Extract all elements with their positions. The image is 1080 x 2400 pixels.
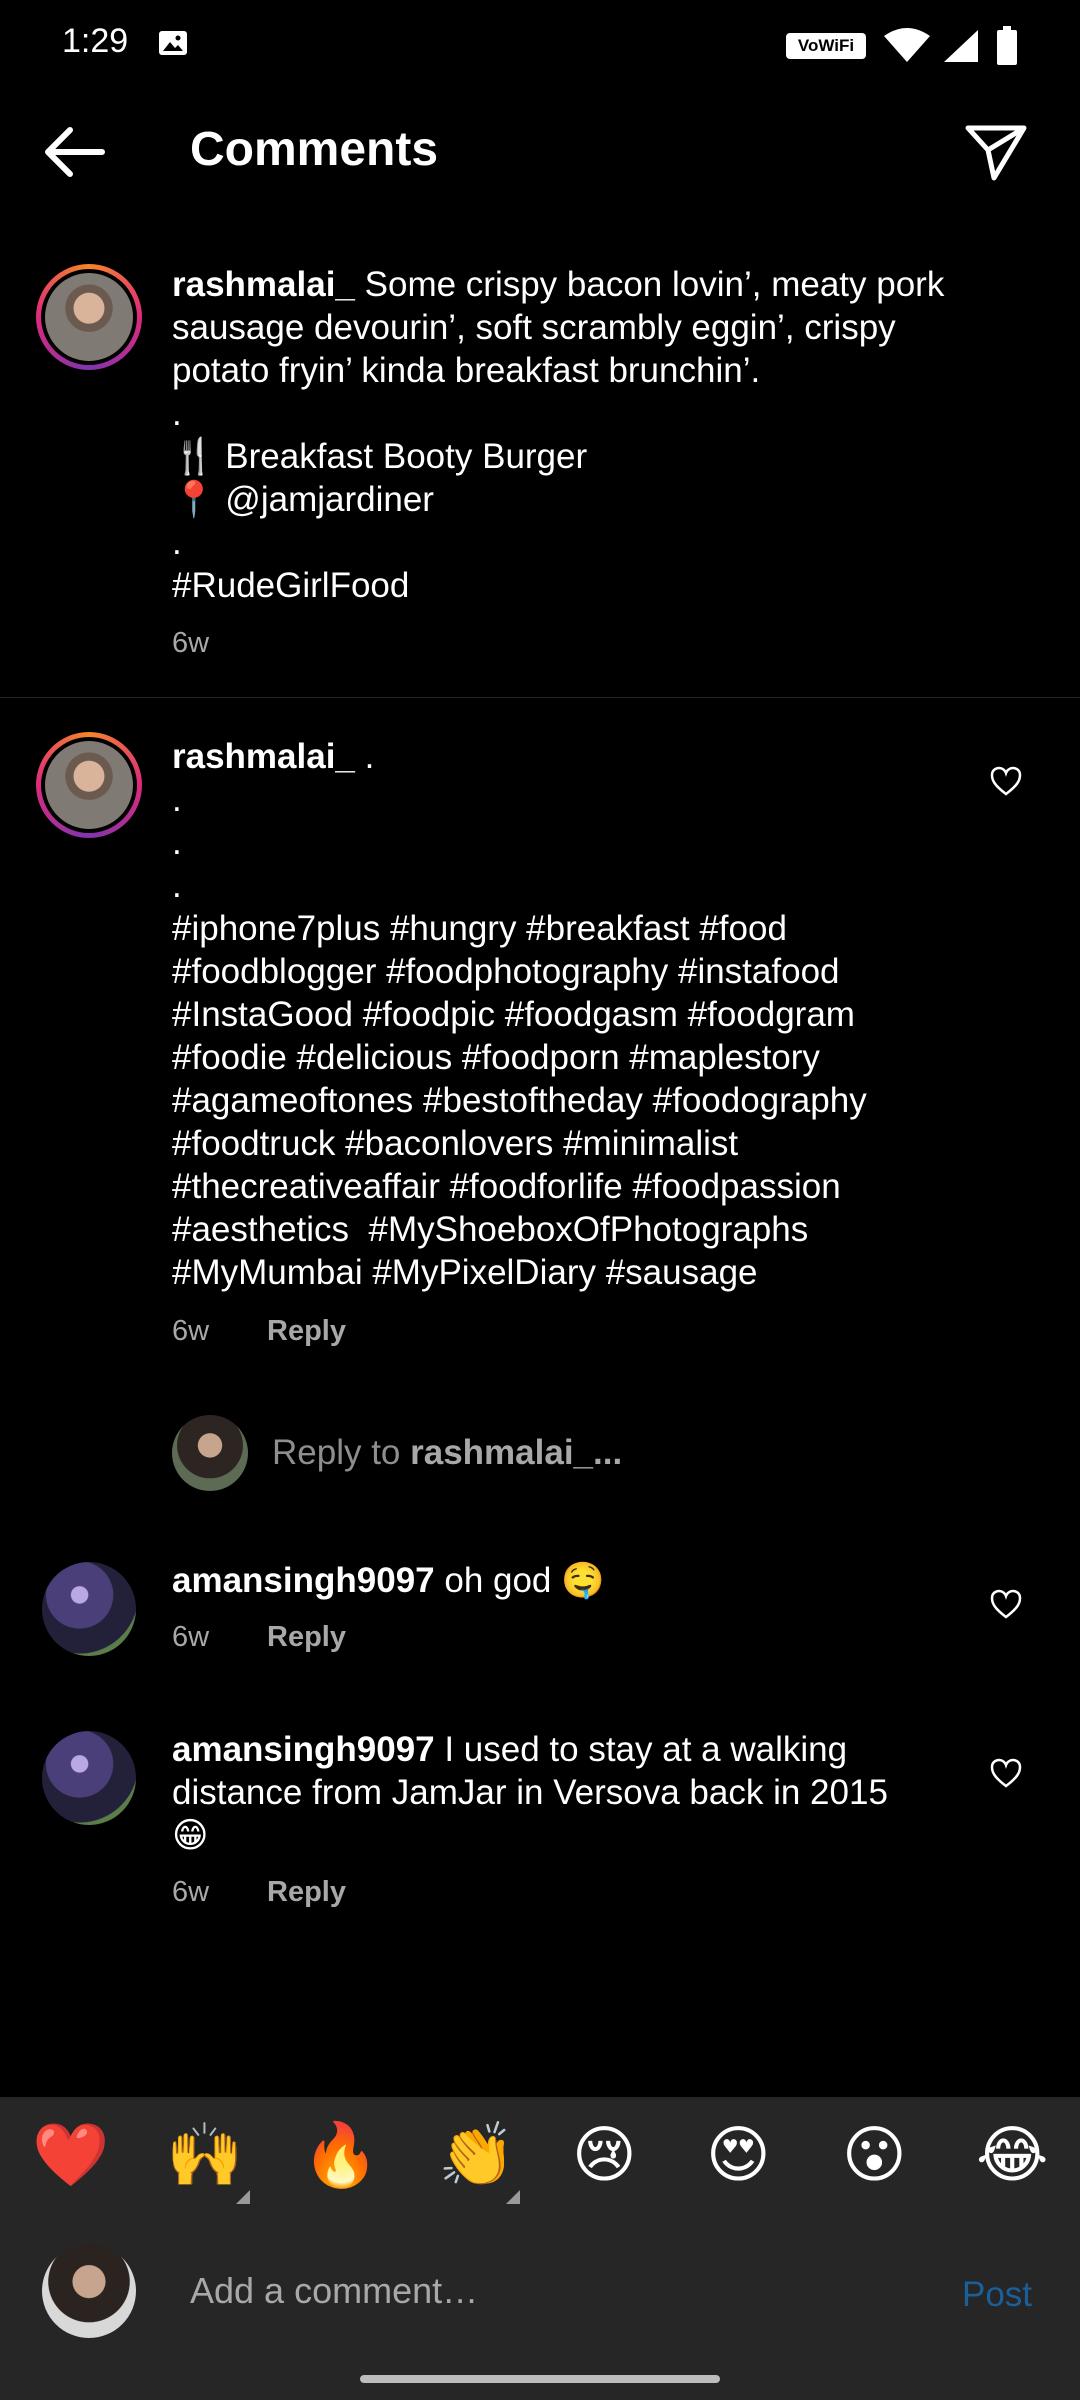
- cell-signal-icon: [944, 30, 978, 62]
- comment-avatar[interactable]: [42, 1562, 136, 1656]
- caption-username[interactable]: rashmalai_: [172, 265, 355, 304]
- skin-tone-indicator-icon: [506, 2190, 520, 2204]
- comment-text: amansingh9097 oh god 🤤: [172, 1559, 972, 1602]
- reply-button[interactable]: Reply: [267, 1876, 346, 1909]
- comment-avatar[interactable]: [36, 732, 142, 838]
- caption-body: Some crispy bacon lovin’, meaty pork sau…: [172, 265, 945, 605]
- my-avatar-small: [172, 1415, 248, 1491]
- emoji-heart[interactable]: ❤️: [32, 2120, 109, 2190]
- caption-avatar[interactable]: [36, 264, 142, 370]
- battery-icon: [997, 26, 1017, 65]
- like-heart-icon[interactable]: [990, 766, 1022, 796]
- emoji-laughing[interactable]: 😂: [976, 2120, 1048, 2190]
- comment-text: amansingh9097 I used to stay at a walkin…: [172, 1728, 1012, 1857]
- wifi-icon: [884, 28, 930, 62]
- emoji-heart-eyes[interactable]: 😍: [706, 2120, 771, 2190]
- like-heart-icon[interactable]: [990, 1758, 1022, 1788]
- reply-button[interactable]: Reply: [267, 1621, 346, 1654]
- page-title: Comments: [190, 123, 439, 176]
- reply-button[interactable]: Reply: [267, 1315, 346, 1348]
- emoji-raised-hands[interactable]: 🙌: [166, 2120, 243, 2190]
- emoji-surprised[interactable]: 😮: [842, 2120, 907, 2190]
- comment-username[interactable]: amansingh9097: [172, 1730, 435, 1769]
- comment-composer: [0, 2215, 1080, 2400]
- emoji-clapping[interactable]: 👏: [438, 2120, 515, 2190]
- my-avatar: [42, 2244, 136, 2338]
- comment-username[interactable]: rashmalai_: [172, 737, 355, 776]
- back-arrow-icon[interactable]: [40, 122, 110, 182]
- like-heart-icon[interactable]: [990, 1589, 1022, 1619]
- comment-body: oh god 🤤: [434, 1561, 605, 1600]
- comment-time: 6w: [172, 1876, 210, 1908]
- skin-tone-indicator-icon: [236, 2190, 250, 2204]
- caption-time: 6w: [172, 627, 210, 659]
- comment-text: rashmalai_ . . . . #iphone7plus #hungry …: [172, 735, 972, 1294]
- comment-body: . . . . #iphone7plus #hungry #breakfast …: [172, 737, 867, 1292]
- reply-prompt-target: rashmalai_...: [410, 1433, 623, 1472]
- direct-send-icon[interactable]: [964, 120, 1028, 184]
- home-indicator[interactable]: [360, 2375, 720, 2383]
- emoji-crying[interactable]: 😢: [572, 2120, 637, 2190]
- emoji-fire[interactable]: 🔥: [302, 2120, 379, 2190]
- add-comment-input[interactable]: Add a comment…: [190, 2270, 478, 2312]
- comment-time: 6w: [172, 1621, 210, 1653]
- status-time: 1:29: [62, 22, 129, 60]
- comment-username[interactable]: amansingh9097: [172, 1561, 435, 1600]
- reply-to-prompt[interactable]: Reply to rashmalai_...: [272, 1433, 622, 1473]
- emoji-quick-bar: [0, 2097, 1080, 2215]
- post-button[interactable]: Post: [962, 2275, 1032, 2315]
- gallery-notification-icon: [159, 31, 187, 55]
- vowifi-badge: VoWiFi: [786, 33, 866, 59]
- reply-prompt-prefix: Reply to: [272, 1433, 411, 1472]
- comment-time: 6w: [172, 1315, 210, 1347]
- caption-divider: [0, 697, 1080, 698]
- comment-avatar[interactable]: [42, 1731, 136, 1825]
- caption-text: rashmalai_ Some crispy bacon lovin’, mea…: [172, 263, 1012, 607]
